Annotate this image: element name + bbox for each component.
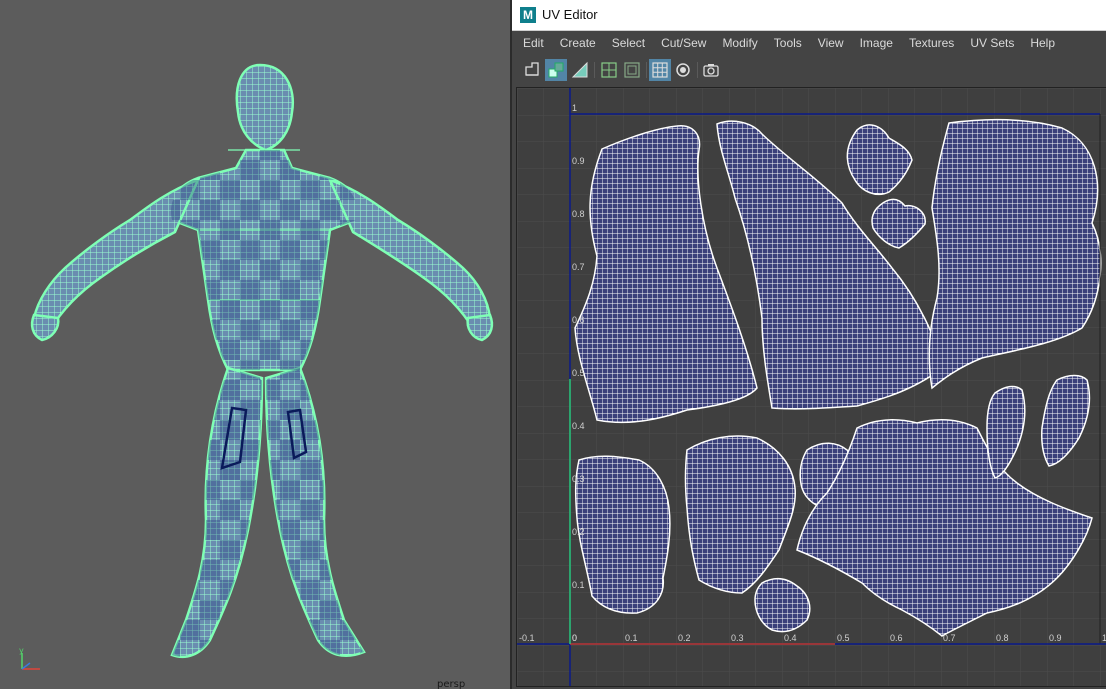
isolate-icon[interactable] [672, 59, 694, 81]
uv-canvas[interactable]: -0.1 0 0.1 0.2 0.3 0.4 0.5 0.6 0.7 0.8 0.9 1 1 0.9 0.… [516, 87, 1106, 687]
window-title: UV Editor [542, 7, 598, 22]
y-tick-label: 0.7 [572, 262, 585, 272]
x-tick-label: 1 [1102, 633, 1106, 643]
menu-modify[interactable]: Modify [714, 31, 765, 55]
y-tick-label: 1 [572, 103, 577, 113]
y-tick-label: 0 [572, 633, 577, 643]
menu-help[interactable]: Help [1022, 31, 1063, 55]
uv-toolbar [515, 56, 1105, 85]
x-tick-label: 0.8 [996, 633, 1009, 643]
x-tick-label: 0.7 [943, 633, 956, 643]
menu-tools[interactable]: Tools [766, 31, 810, 55]
axis-gizmo: y [12, 645, 48, 675]
menu-create[interactable]: Create [552, 31, 604, 55]
character-wireframe-model [30, 63, 494, 659]
axis-y-label: y [19, 646, 24, 655]
menu-cut-sew[interactable]: Cut/Sew [653, 31, 714, 55]
maya-logo-icon: M [520, 7, 536, 23]
menubar: Edit Create Select Cut/Sew Modify Tools … [515, 31, 1105, 55]
uv-select-shell-icon[interactable] [545, 59, 567, 81]
camera-label: persp [437, 679, 466, 689]
y-tick-label: 0.2 [572, 527, 585, 537]
y-tick-label: 0.8 [572, 209, 585, 219]
x-tick-label: 0.1 [625, 633, 638, 643]
x-tick-label: 0.9 [1049, 633, 1062, 643]
y-tick-label: 0.6 [572, 315, 585, 325]
perspective-viewport[interactable]: y persp [0, 0, 510, 689]
menu-edit[interactable]: Edit [515, 31, 552, 55]
menu-textures[interactable]: Textures [901, 31, 962, 55]
y-tick-label: 0.9 [572, 156, 585, 166]
texture-borders-icon[interactable] [621, 59, 643, 81]
x-tick-label: 0.3 [731, 633, 744, 643]
y-tick-label: 0.4 [572, 421, 585, 431]
menu-select[interactable]: Select [604, 31, 653, 55]
checker-toggle-icon[interactable] [649, 59, 671, 81]
menu-view[interactable]: View [810, 31, 852, 55]
toolbar-separator [594, 62, 595, 78]
x-tick-label: 0.4 [784, 633, 797, 643]
toolbar-separator [646, 62, 647, 78]
x-tick-label: 0.6 [890, 633, 903, 643]
x-tick-label: 0.5 [837, 633, 850, 643]
grid-icon[interactable] [598, 59, 620, 81]
snapshot-icon[interactable] [700, 59, 722, 81]
y-tick-label: 0.1 [572, 580, 585, 590]
x-tick-label: -0.1 [519, 633, 535, 643]
uv-editor-titlebar[interactable]: M UV Editor [512, 0, 1106, 31]
menu-image[interactable]: Image [852, 31, 901, 55]
shaded-uv-icon[interactable] [569, 59, 591, 81]
toolbar-separator [697, 62, 698, 78]
uv-editor-window[interactable]: M UV Editor Edit Create Select Cut/Sew M… [510, 0, 1106, 689]
y-tick-label: 0.5 [572, 368, 585, 378]
x-tick-label: 0.2 [678, 633, 691, 643]
y-tick-label: 0.3 [572, 474, 585, 484]
uv-shell-icon[interactable] [521, 59, 543, 81]
menu-uv-sets[interactable]: UV Sets [962, 31, 1022, 55]
